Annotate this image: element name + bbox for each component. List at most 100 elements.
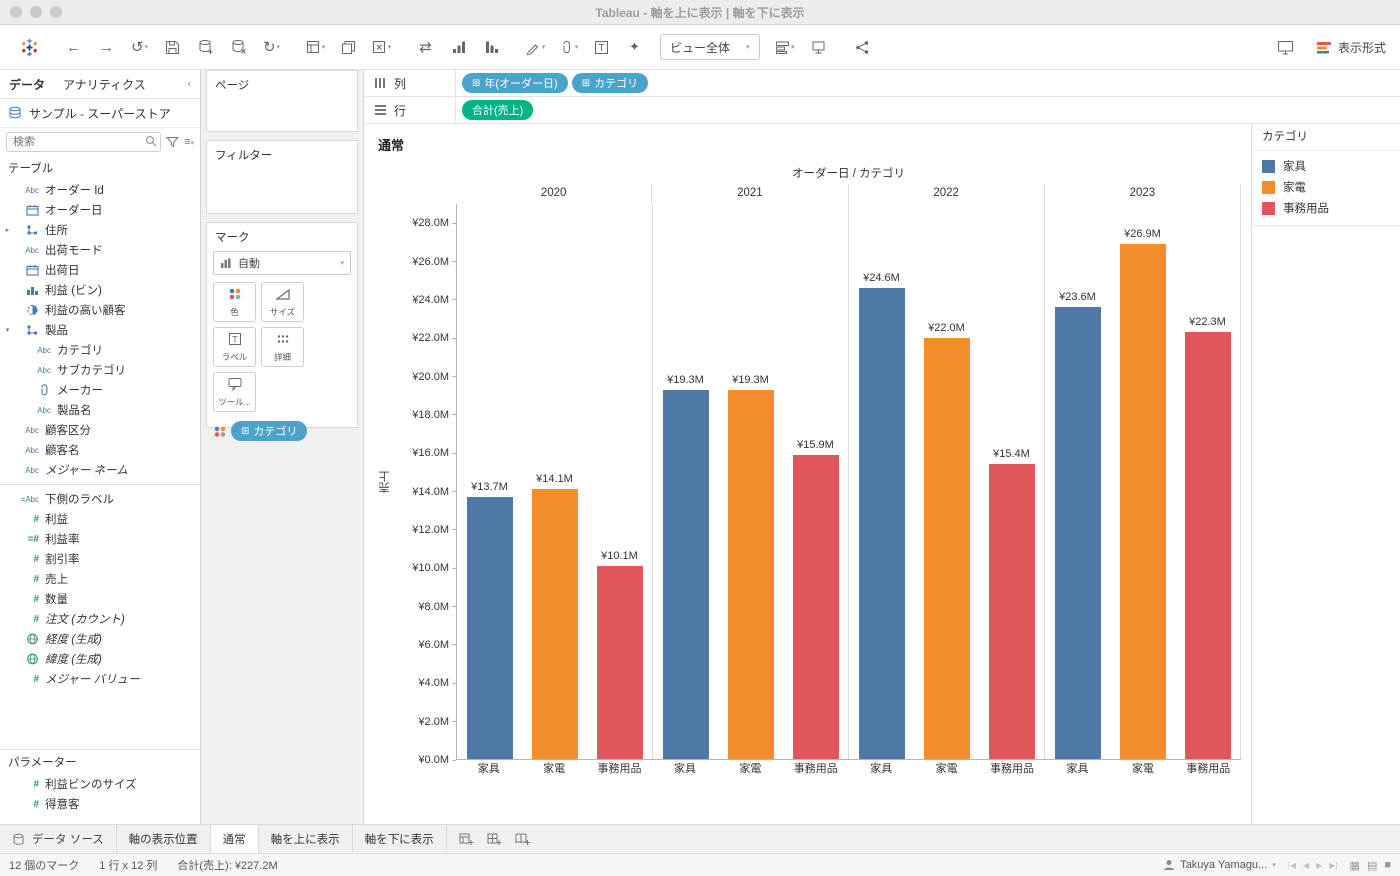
- field-item[interactable]: 緯度 (生成): [0, 649, 200, 669]
- bar-事務用品-2020[interactable]: [596, 565, 643, 759]
- expand-plus-icon[interactable]: ⊞: [582, 78, 590, 89]
- bar-事務用品-2023[interactable]: [1184, 332, 1231, 759]
- bar-家電-2021[interactable]: [727, 389, 774, 759]
- previous-sheet-button[interactable]: ◀: [1303, 861, 1309, 870]
- field-item[interactable]: # 利益ビンのサイズ: [0, 774, 200, 794]
- x-axis-category-label[interactable]: 事務用品: [979, 760, 1044, 780]
- user-account-menu[interactable]: Takuya Yamagu... ▾: [1163, 859, 1276, 871]
- sort-ascending-button[interactable]: [443, 32, 474, 62]
- field-item[interactable]: Abc 顧客区分: [0, 420, 200, 440]
- redo-button[interactable]: →: [91, 32, 122, 62]
- sheet-tab[interactable]: 軸の表示位置: [117, 825, 211, 853]
- shelf-pill[interactable]: ⊞ カテゴリ: [231, 421, 308, 441]
- field-item[interactable]: # メジャー バリュー: [0, 669, 200, 689]
- new-dashboard-button[interactable]: [482, 828, 507, 850]
- field-item[interactable]: メーカー: [0, 380, 200, 400]
- sheet-tab[interactable]: 通常: [210, 825, 259, 853]
- new-story-button[interactable]: [510, 828, 535, 850]
- legend-item[interactable]: 事務用品: [1262, 200, 1390, 216]
- bar-家具-2020[interactable]: [466, 496, 513, 759]
- x-axis-labels[interactable]: 家具 家電 事務用品 家具 家電 事務用品 家具 家電 事務用品 家具 家電 事務用品: [456, 760, 1241, 780]
- refresh-button[interactable]: ↻ ▾: [256, 32, 287, 62]
- x-axis-category-label[interactable]: 事務用品: [783, 760, 848, 780]
- legend-item[interactable]: 家電: [1262, 179, 1390, 195]
- field-item[interactable]: =Abc 下側のラベル: [0, 489, 200, 509]
- bar-家電-2020[interactable]: [531, 489, 578, 759]
- field-item[interactable]: Abc 出荷モード: [0, 240, 200, 260]
- clear-sheet-button[interactable]: ▾: [366, 32, 397, 62]
- last-sheet-button[interactable]: ▶|: [1329, 861, 1337, 870]
- datasource-row[interactable]: サンプル - スーパーストア: [0, 99, 200, 128]
- save-button[interactable]: [157, 32, 188, 62]
- bar-家電-2023[interactable]: [1119, 244, 1166, 759]
- field-item[interactable]: 出荷日: [0, 260, 200, 280]
- search-input[interactable]: [6, 132, 162, 152]
- pages-shelf[interactable]: ページ: [206, 70, 358, 132]
- share-button[interactable]: [847, 32, 878, 62]
- field-item[interactable]: 経度 (生成): [0, 629, 200, 649]
- x-axis-category-label[interactable]: 家電: [914, 760, 979, 780]
- x-axis-category-label[interactable]: 家電: [718, 760, 783, 780]
- x-axis-category-label[interactable]: 家具: [849, 760, 914, 780]
- sheet-tab[interactable]: 軸を下に表示: [353, 825, 447, 853]
- expand-plus-icon[interactable]: ⊞: [472, 78, 480, 89]
- new-worksheet-tab-button[interactable]: [454, 828, 479, 850]
- tableau-logo-button[interactable]: [14, 32, 45, 62]
- field-item[interactable]: # 数量: [0, 589, 200, 609]
- columns-shelf[interactable]: 列 ⊞ 年(オーダー日) ⊞ カテゴリ: [364, 70, 1400, 97]
- x-axis-category-label[interactable]: 家電: [521, 760, 586, 780]
- bar-家具-2021[interactable]: [662, 389, 709, 759]
- next-sheet-button[interactable]: ▶: [1316, 861, 1322, 870]
- x-axis-category-label[interactable]: 家電: [1110, 760, 1175, 780]
- color-legend-card[interactable]: カテゴリ 家具 家電 事務用品: [1252, 124, 1400, 226]
- expand-plus-icon[interactable]: ⊞: [241, 426, 249, 437]
- swap-axes-button[interactable]: ⇄: [410, 32, 441, 62]
- expander-icon[interactable]: ▾: [0, 326, 13, 334]
- expander-icon[interactable]: ▸: [0, 226, 13, 234]
- mark-button-color[interactable]: 色: [213, 282, 256, 322]
- collapse-pane-icon[interactable]: ‹: [187, 78, 200, 90]
- field-item[interactable]: Abc メジャー ネーム: [0, 460, 200, 480]
- tab-analytics[interactable]: アナリティクス: [54, 76, 155, 93]
- datasource-tab[interactable]: データ ソース: [0, 825, 117, 853]
- new-datasource-button[interactable]: [190, 32, 221, 62]
- field-item[interactable]: ▾ 製品: [0, 320, 200, 340]
- shelf-pill[interactable]: ⊞ 年(オーダー日): [462, 73, 568, 93]
- field-item[interactable]: ▸ 住所: [0, 220, 200, 240]
- rows-shelf[interactable]: 行 合計(売上): [364, 97, 1400, 124]
- y-axis-ticks[interactable]: ¥28.0M ¥26.0M ¥24.0M ¥22.0M ¥20.0M ¥18.0M ¥16.…: [392, 204, 456, 766]
- replay-button[interactable]: ↺ ▾: [124, 32, 155, 62]
- mark-button-detail[interactable]: 詳細: [261, 327, 304, 367]
- field-item[interactable]: # 割引率: [0, 549, 200, 569]
- field-item[interactable]: # 利益: [0, 509, 200, 529]
- x-axis-category-label[interactable]: 家具: [456, 760, 521, 780]
- sheet-tab[interactable]: 軸を上に表示: [259, 825, 353, 853]
- field-item[interactable]: Abc カテゴリ: [0, 340, 200, 360]
- legend-item[interactable]: 家具: [1262, 158, 1390, 174]
- bar-家具-2023[interactable]: [1054, 307, 1101, 759]
- first-sheet-button[interactable]: |◀: [1288, 861, 1296, 870]
- x-axis-category-label[interactable]: 事務用品: [1176, 760, 1241, 780]
- field-item[interactable]: オーダー日: [0, 200, 200, 220]
- field-item[interactable]: 利益 (ビン): [0, 280, 200, 300]
- bar-家電-2022[interactable]: [923, 337, 970, 759]
- view-options-icon[interactable]: ≡▾: [184, 136, 194, 148]
- filter-funnel-icon[interactable]: [166, 136, 180, 148]
- bar-家具-2022[interactable]: [858, 288, 905, 759]
- pause-auto-updates-button[interactable]: [223, 32, 254, 62]
- x-axis-category-label[interactable]: 家具: [652, 760, 717, 780]
- new-worksheet-button[interactable]: ▾: [300, 32, 331, 62]
- show-hide-cards-button[interactable]: ▾: [770, 32, 801, 62]
- mark-type-dropdown[interactable]: 自動 ▾: [213, 251, 351, 275]
- fullscreen-icon[interactable]: ■: [1384, 859, 1391, 871]
- tab-data[interactable]: データ: [0, 76, 54, 93]
- sheet-sorter-icon[interactable]: ▦: [1350, 859, 1360, 872]
- cell-size-button[interactable]: [803, 32, 834, 62]
- duplicate-button[interactable]: [333, 32, 364, 62]
- x-axis-category-label[interactable]: 家具: [1045, 760, 1110, 780]
- field-item[interactable]: 利益の高い顧客: [0, 300, 200, 320]
- shelf-pill[interactable]: 合計(売上): [462, 100, 534, 120]
- field-item[interactable]: # 注文 (カウント): [0, 609, 200, 629]
- bar-事務用品-2022[interactable]: [988, 464, 1035, 759]
- mark-button-size[interactable]: サイズ: [261, 282, 304, 322]
